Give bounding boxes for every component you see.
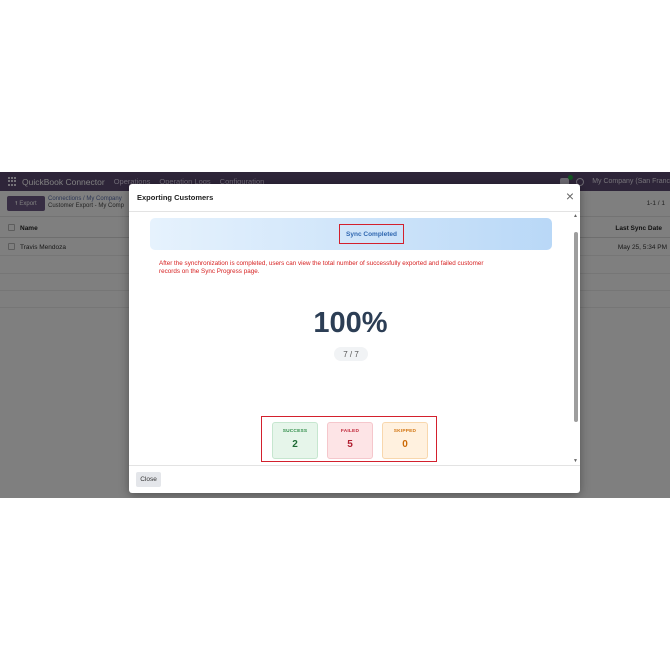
skipped-value: 0 (402, 439, 408, 450)
scrollbar-thumb[interactable] (574, 232, 578, 422)
sync-stats: SUCCESS 2 FAILED 5 SKIPPED 0 (261, 416, 437, 462)
progress-percent: 100% (313, 307, 388, 339)
scroll-up-arrow-icon[interactable]: ▲ (573, 213, 578, 219)
success-stat-card: SUCCESS 2 (272, 422, 318, 459)
progress-count: 7 / 7 (334, 347, 368, 361)
skipped-label: SKIPPED (393, 429, 417, 434)
sync-note: After the synchronization is completed, … (159, 260, 484, 275)
export-progress-dialog: Exporting Customers × Sync Completed Aft… (129, 184, 580, 493)
skipped-stat-card: SKIPPED 0 (382, 422, 428, 459)
dialog-title: Exporting Customers (137, 193, 214, 202)
failed-value: 5 (347, 439, 353, 450)
dialog-scrollbar[interactable]: ▲ ▼ (573, 212, 579, 465)
app-screen: QuickBook Connector Operations Operation… (0, 172, 670, 498)
status-banner: Sync Completed (150, 218, 552, 250)
dialog-body: Sync Completed After the synchronization… (129, 212, 580, 465)
close-button[interactable]: Close (136, 472, 161, 487)
failed-stat-card: FAILED 5 (327, 422, 373, 459)
dialog-header: Exporting Customers × (129, 184, 580, 212)
close-icon[interactable]: × (566, 188, 574, 204)
success-value: 2 (292, 439, 298, 450)
sync-completed-label: Sync Completed (339, 224, 404, 244)
failed-label: FAILED (340, 429, 360, 434)
scroll-down-arrow-icon[interactable]: ▼ (573, 458, 578, 464)
dialog-footer: Close (129, 465, 580, 493)
success-label: SUCCESS (282, 429, 308, 434)
